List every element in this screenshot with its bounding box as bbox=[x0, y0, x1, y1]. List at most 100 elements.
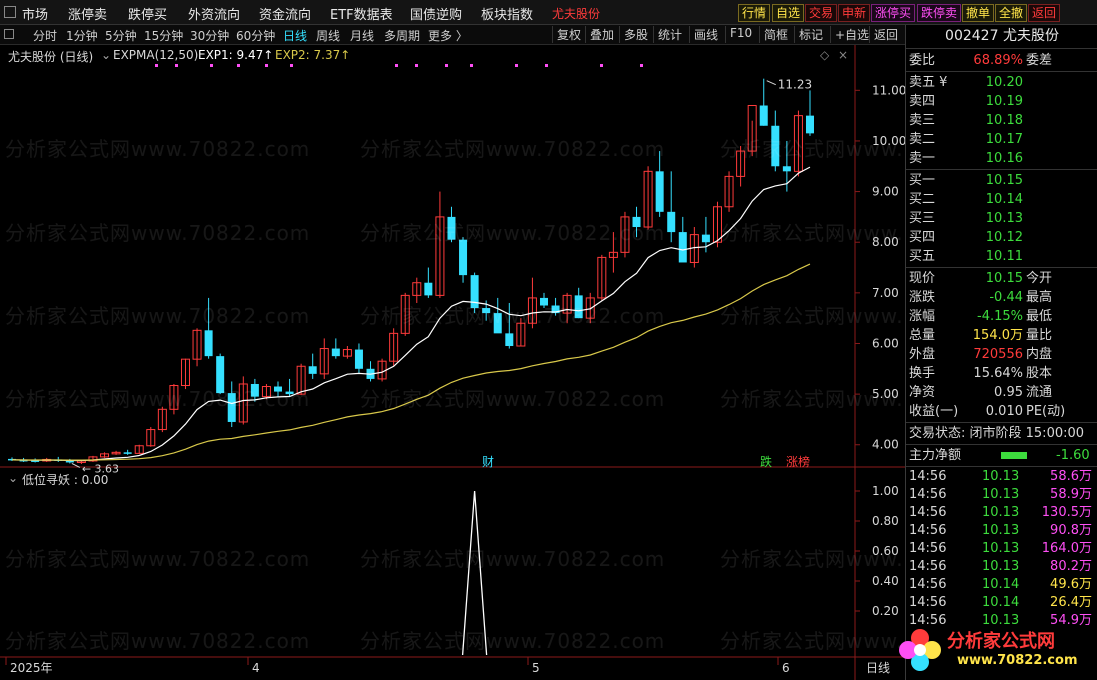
tab-15min[interactable]: 15分钟 bbox=[144, 27, 183, 44]
candle-body bbox=[308, 366, 317, 374]
main-flow-value: -1.60 bbox=[1056, 448, 1090, 463]
row-value: 10.18 bbox=[985, 113, 1023, 128]
ipo-button[interactable]: 申新 bbox=[838, 4, 871, 22]
tab-30min[interactable]: 30分钟 bbox=[190, 27, 229, 44]
menu-market[interactable]: 市场 bbox=[22, 4, 48, 23]
row-value: 68.89% bbox=[973, 53, 1023, 68]
price-tick-label: 11.00 bbox=[872, 83, 905, 97]
watermark: 分析家公式网www.70822.com bbox=[5, 547, 311, 571]
period-toolbar: 分时 1分钟 5分钟 15分钟 30分钟 60分钟 日线 周线 月线 多周期 更… bbox=[0, 25, 905, 45]
menu-foreign-flow[interactable]: 外资流向 bbox=[188, 4, 240, 23]
row-value: -4.15% bbox=[977, 309, 1023, 324]
tab-intraday[interactable]: 分时 bbox=[33, 27, 57, 44]
stat-row: 净资 0.95 流通 bbox=[906, 383, 1097, 402]
stat-row: 现价 10.15 今开 bbox=[906, 269, 1097, 288]
watermark: 分析家公式网www.70822.com bbox=[360, 629, 666, 653]
divider bbox=[906, 169, 1097, 170]
panel-toggle-icon[interactable] bbox=[4, 29, 14, 39]
menu-etf-table[interactable]: ETF数据表 bbox=[330, 4, 393, 23]
trade-tick-row: 14:56 10.13 80.2万 bbox=[906, 558, 1097, 576]
f10-button[interactable]: F10 bbox=[725, 26, 752, 43]
date-label: 5 bbox=[532, 661, 540, 675]
watermark: 分析家公式网www.70822.com bbox=[360, 387, 666, 411]
tab-multi-period[interactable]: 多周期 bbox=[384, 27, 420, 44]
row-right-label: 量比 bbox=[1026, 328, 1053, 343]
trade-button[interactable]: 交易 bbox=[805, 4, 838, 22]
add-watchlist-button[interactable]: +自选 bbox=[830, 26, 869, 43]
tick-volume: 58.6万 bbox=[1050, 469, 1092, 484]
indicator-name[interactable]: EXPMA(12,50) bbox=[113, 48, 198, 62]
watermark: 分析家公式网www.70822.com bbox=[5, 137, 311, 161]
candle-body bbox=[782, 166, 791, 172]
watchlist-button[interactable]: 自选 bbox=[772, 4, 805, 22]
divider bbox=[906, 71, 1097, 72]
tick-time: 14:56 bbox=[909, 559, 947, 574]
high-label: 11.23 bbox=[778, 78, 812, 92]
trade-tick-row: 14:56 10.13 130.5万 bbox=[906, 504, 1097, 522]
sub-indicator-label: 低位寻妖 : 0.00 bbox=[22, 473, 109, 487]
tab-60min[interactable]: 60分钟 bbox=[236, 27, 275, 44]
stat-row: 总量 154.0万 量比 bbox=[906, 326, 1097, 345]
menu-capital-flow[interactable]: 资金流向 bbox=[259, 4, 311, 23]
tab-1min[interactable]: 1分钟 bbox=[66, 27, 98, 44]
row-right-label: 股本 bbox=[1026, 366, 1053, 381]
kline-chart[interactable]: 11.00 10.00 9.00 8.00 7.00 6.00 5.00 4.00 1.00 0.… bbox=[0, 45, 1024, 680]
menu-sector-index[interactable]: 板块指数 bbox=[481, 4, 533, 23]
watermark: 分析家公式网www.70822.com bbox=[360, 547, 666, 571]
sub-menu-icon[interactable]: ⌄ bbox=[8, 471, 18, 485]
bid-row: 买四 10.12 bbox=[906, 228, 1097, 247]
multi-stock-button[interactable]: 多股 bbox=[619, 26, 648, 43]
tick-price: 10.13 bbox=[982, 523, 1020, 538]
quote-button[interactable]: 行情 bbox=[738, 4, 771, 22]
stats-button[interactable]: 统计 bbox=[653, 26, 682, 43]
signal-dot bbox=[515, 64, 518, 67]
diamond-icon[interactable]: ◇ bbox=[820, 48, 829, 62]
indicator-menu-icon[interactable]: ⌄ bbox=[101, 48, 111, 62]
divider bbox=[906, 422, 1097, 423]
menu-limit-down-buy[interactable]: 跌停买 bbox=[128, 4, 167, 23]
row-value: 10.14 bbox=[985, 192, 1023, 207]
cancel-all-button[interactable]: 全撤 bbox=[995, 4, 1028, 22]
menu-reverse-repo[interactable]: 国债逆购 bbox=[410, 4, 462, 23]
ask-row: 卖三 10.18 bbox=[906, 111, 1097, 130]
tab-daily[interactable]: 日线 bbox=[283, 27, 307, 44]
adjust-button[interactable]: 复权 bbox=[552, 26, 581, 43]
system-menu-icon[interactable] bbox=[4, 6, 16, 18]
row-right-label: 内盘 bbox=[1026, 347, 1053, 362]
row-label: 买三 bbox=[909, 211, 936, 226]
period-unit-label: 日线 bbox=[866, 661, 890, 675]
divider bbox=[906, 466, 1097, 467]
tab-weekly[interactable]: 周线 bbox=[316, 27, 340, 44]
draw-line-button[interactable]: 画线 bbox=[689, 26, 718, 43]
menu-limit-up-sell[interactable]: 涨停卖 bbox=[68, 4, 107, 23]
row-label: 卖一 bbox=[909, 151, 936, 166]
cancel-order-button[interactable]: 撤单 bbox=[962, 4, 995, 22]
menu-current-stock[interactable]: 尤夫股份 bbox=[552, 5, 600, 22]
close-icon[interactable]: × bbox=[838, 48, 848, 62]
row-value: 15.64% bbox=[973, 366, 1023, 381]
event-drop-badge: 跌 bbox=[760, 454, 772, 469]
watermark: 分析家公式网www.70822.com bbox=[5, 629, 311, 653]
exp2-line bbox=[11, 263, 811, 461]
row-value: 10.20 bbox=[985, 75, 1023, 90]
row-value: 10.17 bbox=[985, 132, 1023, 147]
tick-price: 10.13 bbox=[982, 541, 1020, 556]
date-label: 4 bbox=[252, 661, 260, 675]
main-flow-bar bbox=[1001, 452, 1027, 459]
tab-5min[interactable]: 5分钟 bbox=[105, 27, 137, 44]
chart-stock-title: 尤夫股份 (日线) bbox=[8, 50, 94, 64]
mark-button[interactable]: 标记 bbox=[794, 26, 823, 43]
simple-frame-button[interactable]: 简框 bbox=[759, 26, 788, 43]
tab-more[interactable]: 更多 〉 bbox=[428, 27, 468, 44]
limit-up-buy-button[interactable]: 涨停买 bbox=[871, 4, 916, 22]
tab-monthly[interactable]: 月线 bbox=[350, 27, 374, 44]
signal-dot bbox=[545, 64, 548, 67]
limit-down-sell-button[interactable]: 跌停卖 bbox=[917, 4, 962, 22]
back-button[interactable]: 返回 bbox=[1028, 4, 1061, 22]
return-button[interactable]: 返回 bbox=[869, 26, 898, 43]
overlay-button[interactable]: 叠加 bbox=[585, 26, 614, 43]
candle-body bbox=[505, 333, 514, 347]
signal-dot bbox=[265, 64, 268, 67]
row-value: 10.15 bbox=[985, 271, 1023, 286]
signal-dot bbox=[155, 64, 158, 67]
